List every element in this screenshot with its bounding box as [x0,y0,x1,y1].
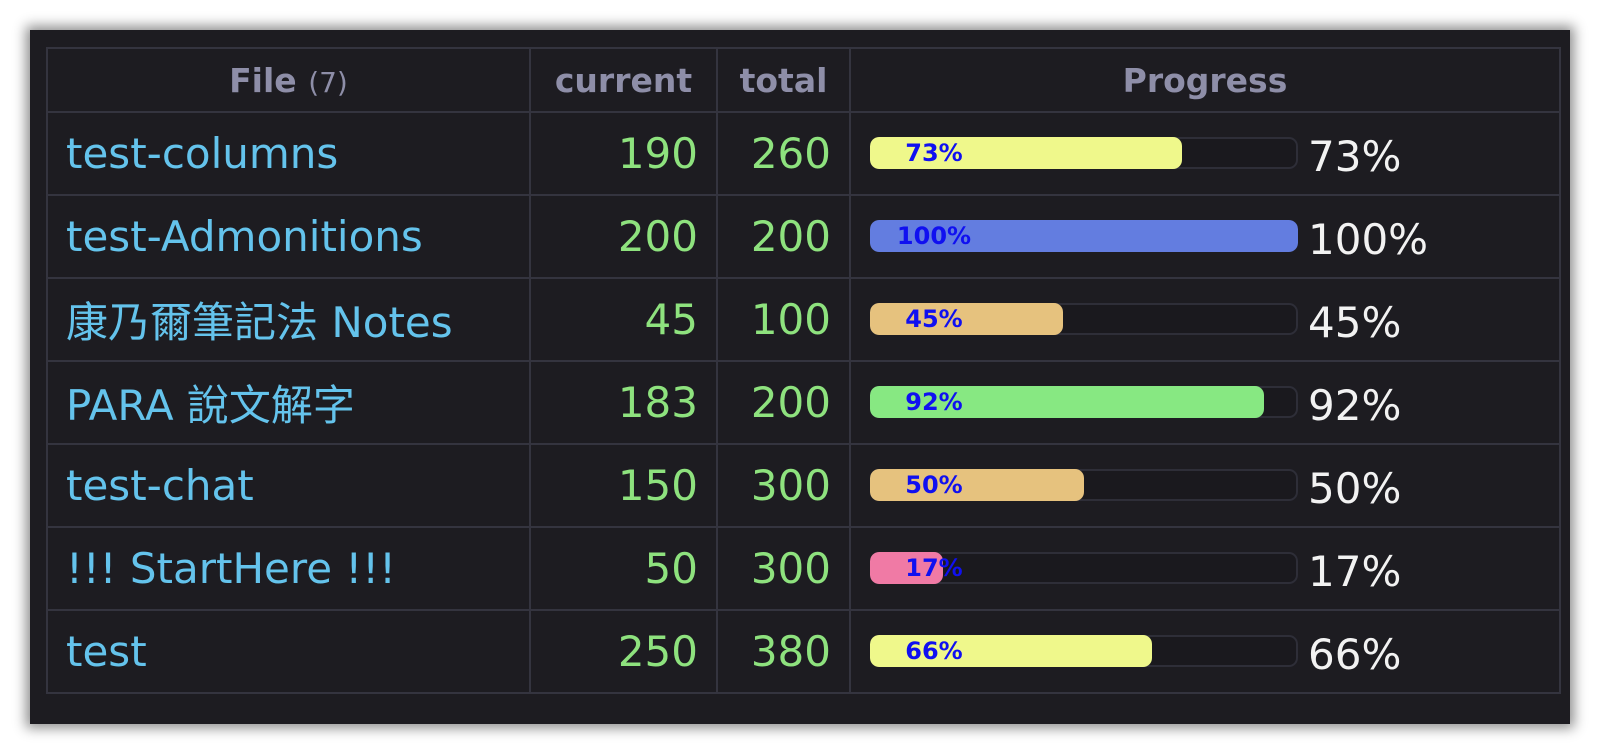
progress-bar-label: 50% [905,471,963,499]
table-row: !!! StartHere !!! 50 300 17% 17% [46,526,1561,611]
total-value: 300 [716,526,851,611]
progress-bar: 73% [870,137,1298,169]
table-header-row: File (7) current total Progress [46,47,1561,113]
file-link[interactable]: 康乃爾筆記法 Notes [46,277,531,362]
file-link[interactable]: !!! StartHere !!! [46,526,531,611]
column-header-progress[interactable]: Progress [849,47,1561,113]
progress-percent-text: 50% [1308,464,1402,513]
progress-bar-label: 17% [905,554,963,582]
progress-bar: 92% [870,386,1298,418]
progress-bar: 66% [870,635,1298,667]
progress-cell: 73% 73% [849,111,1561,196]
progress-percent-text: 73% [1308,132,1402,181]
progress-bar-label: 66% [905,637,963,665]
progress-percent-text: 92% [1308,381,1402,430]
current-value: 183 [529,360,718,445]
progress-bar: 50% [870,469,1298,501]
progress-bar: 100% [870,220,1298,252]
current-value: 50 [529,526,718,611]
progress-bar-label: 92% [905,388,963,416]
table-row: test-chat 150 300 50% 50% [46,443,1561,528]
total-value: 260 [716,111,851,196]
progress-cell: 92% 92% [849,360,1561,445]
current-value: 150 [529,443,718,528]
file-link[interactable]: PARA 說文解字 [46,360,531,445]
progress-cell: 100% 100% [849,194,1561,279]
total-value: 200 [716,194,851,279]
progress-bar-label: 73% [905,139,963,167]
progress-table-panel: File (7) current total Progress test-col… [30,30,1570,724]
progress-cell: 45% 45% [849,277,1561,362]
progress-percent-text: 45% [1308,298,1402,347]
table-row: PARA 說文解字 183 200 92% 92% [46,360,1561,445]
total-value: 200 [716,360,851,445]
current-value: 250 [529,609,718,694]
column-header-file[interactable]: File (7) [46,47,531,113]
column-header-current[interactable]: current [529,47,718,113]
total-value: 100 [716,277,851,362]
file-count: (7) [308,65,348,99]
total-value: 380 [716,609,851,694]
progress-bar: 45% [870,303,1298,335]
table-row: 康乃爾筆記法 Notes 45 100 45% 45% [46,277,1561,362]
progress-cell: 50% 50% [849,443,1561,528]
current-value: 45 [529,277,718,362]
progress-bar-label: 45% [905,305,963,333]
progress-bar: 17% [870,552,1298,584]
file-link[interactable]: test-chat [46,443,531,528]
table-row: test-columns 190 260 73% 73% [46,111,1561,196]
file-link[interactable]: test-Admonitions [46,194,531,279]
progress-percent-text: 66% [1308,630,1402,679]
table-row: test-Admonitions 200 200 100% 100% [46,194,1561,279]
progress-percent-text: 17% [1308,547,1402,596]
current-value: 200 [529,194,718,279]
progress-cell: 66% 66% [849,609,1561,694]
progress-percent-text: 100% [1308,215,1429,264]
file-header-label: File [229,60,297,100]
progress-bar-label: 100% [896,222,972,250]
table-row: test 250 380 66% 66% [46,609,1561,694]
column-header-total[interactable]: total [716,47,851,113]
current-value: 190 [529,111,718,196]
progress-cell: 17% 17% [849,526,1561,611]
progress-table: File (7) current total Progress test-col… [46,47,1561,694]
file-link[interactable]: test-columns [46,111,531,196]
total-value: 300 [716,443,851,528]
file-link[interactable]: test [46,609,531,694]
